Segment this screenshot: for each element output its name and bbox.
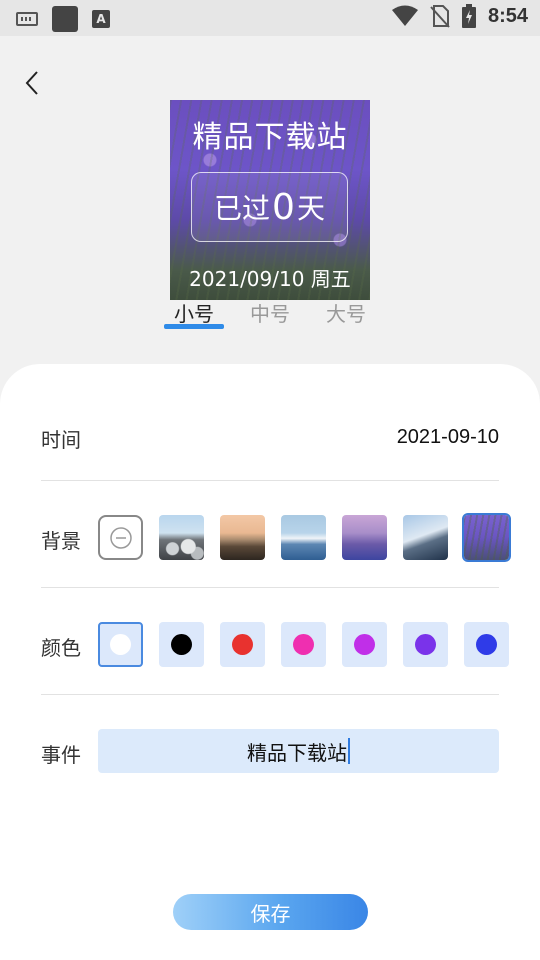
size-tabs: 小号 中号 大号 [164, 298, 384, 332]
background-label: 背景 [41, 529, 81, 553]
color-black-option[interactable] [159, 622, 204, 667]
tab-small[interactable]: 小号 [164, 298, 224, 327]
background-ice-sea-option[interactable] [281, 515, 326, 560]
widget-preview: 精品下载站 已过 0 天 2021/09/10 周五 [170, 100, 370, 300]
battery-charging-icon [461, 4, 476, 28]
no-background-icon [109, 526, 132, 549]
status-bar: A 8:54 [0, 0, 540, 36]
tab-active-indicator [164, 324, 224, 329]
tab-medium[interactable]: 中号 [240, 298, 300, 327]
divider [41, 480, 499, 481]
color-label: 颜色 [41, 636, 81, 660]
clock-time: 8:54 [487, 4, 528, 27]
background-row: 背景 [41, 513, 511, 562]
font-a-icon: A [92, 10, 110, 28]
event-label: 事件 [41, 743, 81, 767]
event-input-value: 精品下载站 [247, 740, 347, 765]
background-options [98, 513, 511, 562]
color-dot [293, 634, 314, 655]
color-magenta-option[interactable] [342, 622, 387, 667]
divider [41, 694, 499, 695]
wifi-icon [391, 5, 418, 26]
save-button[interactable]: 保存 [173, 894, 368, 930]
text-caret [348, 738, 350, 764]
background-lavender-option[interactable] [462, 513, 511, 562]
color-dot [171, 634, 192, 655]
no-sim-icon [430, 5, 450, 28]
counter-value: 0 [272, 186, 295, 228]
color-purple-option[interactable] [403, 622, 448, 667]
color-red-option[interactable] [220, 622, 265, 667]
color-dot [232, 634, 253, 655]
counter-suffix: 天 [296, 192, 325, 225]
counter-prefix: 已过 [214, 192, 271, 225]
color-dot [354, 634, 375, 655]
background-snow-mountain-option[interactable] [403, 515, 448, 560]
color-white-option[interactable] [98, 622, 143, 667]
color-dot [415, 634, 436, 655]
back-button[interactable] [18, 68, 46, 98]
event-row: 事件 精品下载站 [41, 729, 499, 773]
color-blue-option[interactable] [464, 622, 509, 667]
preview-date: 2021/09/10 周五 [189, 267, 351, 291]
time-label: 时间 [41, 428, 81, 452]
tab-large[interactable]: 大号 [316, 298, 376, 327]
event-input[interactable]: 精品下载站 [98, 729, 499, 773]
color-row: 颜色 [41, 622, 509, 668]
app-square-icon [52, 6, 78, 32]
background-sunset-pier-option[interactable] [220, 515, 265, 560]
background-stones-option[interactable] [159, 515, 204, 560]
chevron-left-icon [25, 71, 38, 95]
time-row[interactable]: 时间 2021-09-10 [41, 424, 499, 452]
keyboard-icon [16, 12, 38, 26]
preview-counter-box: 已过 0 天 [191, 172, 348, 242]
color-dot [476, 634, 497, 655]
color-dot [110, 634, 131, 655]
background-purple-mountain-option[interactable] [342, 515, 387, 560]
date-value[interactable]: 2021-09-10 [397, 426, 499, 449]
color-pink-option[interactable] [281, 622, 326, 667]
preview-title: 精品下载站 [192, 120, 348, 155]
divider [41, 587, 499, 588]
background-none-option[interactable] [98, 515, 143, 560]
color-options [98, 622, 509, 667]
